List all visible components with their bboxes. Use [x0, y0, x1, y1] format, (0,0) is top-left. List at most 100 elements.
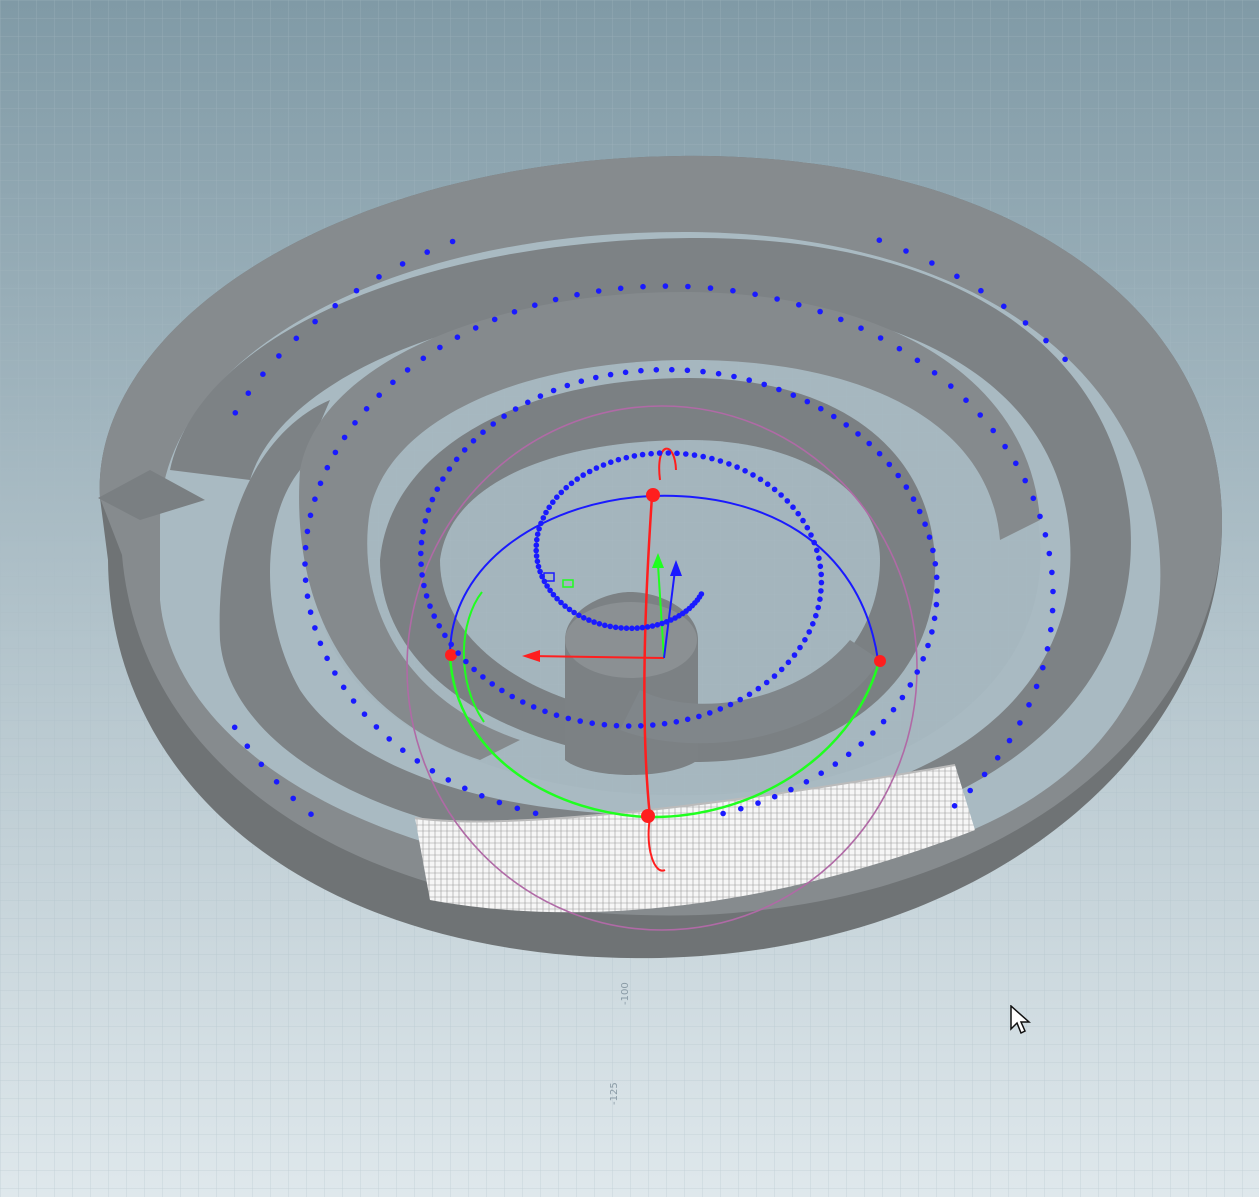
spiral-point	[815, 604, 821, 611]
spiral-point	[755, 800, 761, 806]
spiral-point	[802, 637, 808, 643]
spiral-point	[332, 449, 339, 456]
spiral-point	[746, 377, 752, 383]
spiral-point	[933, 601, 940, 608]
spiral-point	[618, 625, 624, 631]
spiral-point	[990, 427, 996, 434]
spiral-point	[843, 422, 849, 428]
spiral-point	[533, 547, 539, 554]
spiral-point	[720, 810, 726, 817]
3d-viewport[interactable]: -100 -125	[0, 0, 1259, 1197]
spiral-point	[771, 793, 778, 800]
scene-canvas[interactable]: -100 -125	[0, 0, 1259, 1197]
spiral-point	[726, 461, 732, 467]
spiral-point	[648, 450, 654, 457]
spiral-point	[1001, 303, 1007, 310]
spiral-point	[553, 712, 560, 718]
spiral-point	[752, 291, 758, 298]
spiral-point	[535, 563, 542, 570]
spiral-point	[818, 770, 824, 776]
spiral-point	[550, 499, 556, 506]
handle-top[interactable]	[646, 488, 660, 502]
spiral-point	[317, 640, 324, 647]
spiral-point	[571, 609, 577, 616]
spiral-point	[673, 719, 680, 725]
spiral-point	[539, 573, 545, 580]
spiral-point	[512, 406, 519, 412]
spiral-point	[831, 413, 837, 420]
spiral-point	[400, 747, 406, 753]
spiral-point	[340, 684, 347, 691]
spiral-point	[638, 367, 644, 374]
handle-right[interactable]	[874, 655, 886, 667]
spiral-point	[324, 464, 331, 471]
spiral-point	[232, 410, 239, 416]
spiral-point	[796, 302, 802, 308]
spiral-point	[1033, 683, 1040, 690]
spiral-point	[876, 450, 883, 457]
spiral-point	[832, 761, 839, 767]
spiral-point	[532, 810, 539, 817]
handle-bottom[interactable]	[641, 809, 655, 823]
spiral-point	[977, 412, 983, 418]
spiral-point	[470, 438, 477, 444]
spiral-point	[622, 369, 629, 376]
spiral-point	[649, 623, 656, 629]
spiral-point	[700, 368, 706, 375]
spiral-point	[462, 785, 468, 792]
spiral-point	[534, 531, 541, 537]
spiral-point	[674, 450, 680, 457]
spiral-point	[550, 387, 557, 394]
spiral-point	[617, 285, 624, 292]
spiral-point	[639, 451, 646, 458]
spiral-point	[341, 434, 348, 441]
spiral-point	[761, 381, 767, 388]
spiral-point	[574, 291, 580, 298]
spiral-point	[1006, 737, 1013, 744]
spiral-point	[440, 476, 446, 482]
spiral-point	[302, 561, 308, 567]
spiral-point	[929, 260, 935, 266]
spiral-point	[931, 615, 938, 622]
spiral-point	[589, 720, 595, 726]
spiral-point	[771, 673, 778, 679]
spiral-point	[845, 751, 852, 758]
spiral-point	[838, 316, 844, 323]
handle-left[interactable]	[445, 649, 457, 661]
spiral-point	[804, 524, 811, 531]
spiral-point	[542, 708, 548, 715]
spiral-point	[994, 755, 1001, 761]
spiral-point	[593, 374, 599, 381]
spiral-point	[903, 484, 910, 490]
spiral-point	[418, 561, 424, 567]
spiral-point	[910, 496, 917, 502]
spiral-point	[1026, 702, 1032, 708]
spiral-point	[448, 641, 455, 648]
spiral-point	[499, 687, 505, 694]
spiral-point	[788, 786, 794, 793]
spiral-point	[742, 468, 748, 474]
spiral-point	[1013, 460, 1019, 467]
spiral-point	[414, 758, 421, 764]
spiral-point	[806, 629, 812, 635]
spiral-point	[489, 681, 496, 687]
spiral-point	[424, 249, 431, 255]
spiral-point	[623, 454, 630, 461]
spiral-point	[586, 468, 593, 475]
spiral-point	[563, 484, 569, 491]
spiral-point	[520, 699, 526, 705]
spiral-point	[537, 393, 544, 399]
spiral-point	[595, 288, 602, 294]
spiral-point	[431, 613, 438, 619]
spiral-point	[552, 296, 559, 303]
spiral-point	[541, 578, 548, 585]
spiral-point	[533, 553, 540, 559]
spiral-point	[684, 367, 691, 374]
spiral-point	[877, 335, 884, 341]
spiral-point	[934, 588, 940, 594]
spiral-point	[540, 515, 547, 521]
spiral-point	[684, 716, 691, 723]
spiral-point	[818, 588, 824, 594]
spiral-point	[352, 420, 358, 426]
spiral-point	[903, 248, 909, 254]
